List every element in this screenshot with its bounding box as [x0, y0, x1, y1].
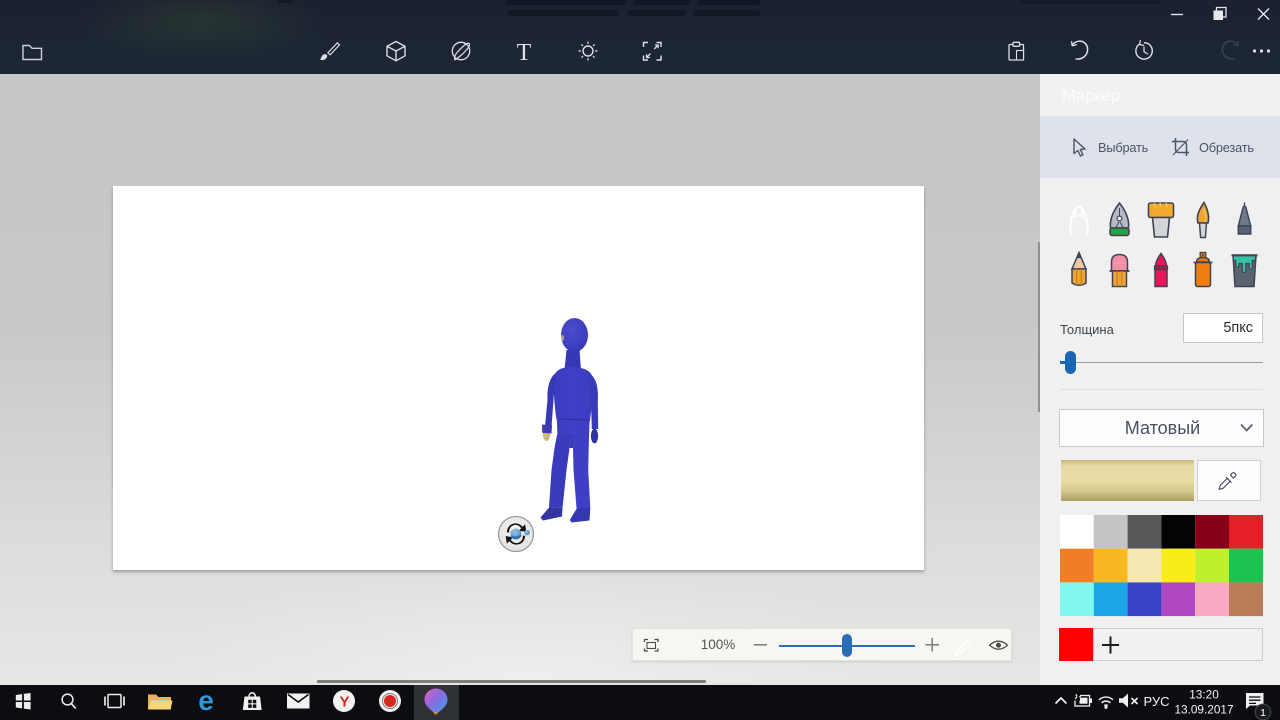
svg-text:T: T: [517, 40, 532, 66]
svg-text:13:20: 13:20: [1189, 688, 1219, 702]
svg-text:1: 1: [1260, 707, 1266, 719]
svg-text:e: e: [198, 685, 214, 716]
svg-text:13.09.2017: 13.09.2017: [1174, 703, 1233, 717]
svg-text:РУС: РУС: [1143, 694, 1169, 709]
svg-text:Y: Y: [339, 694, 349, 711]
